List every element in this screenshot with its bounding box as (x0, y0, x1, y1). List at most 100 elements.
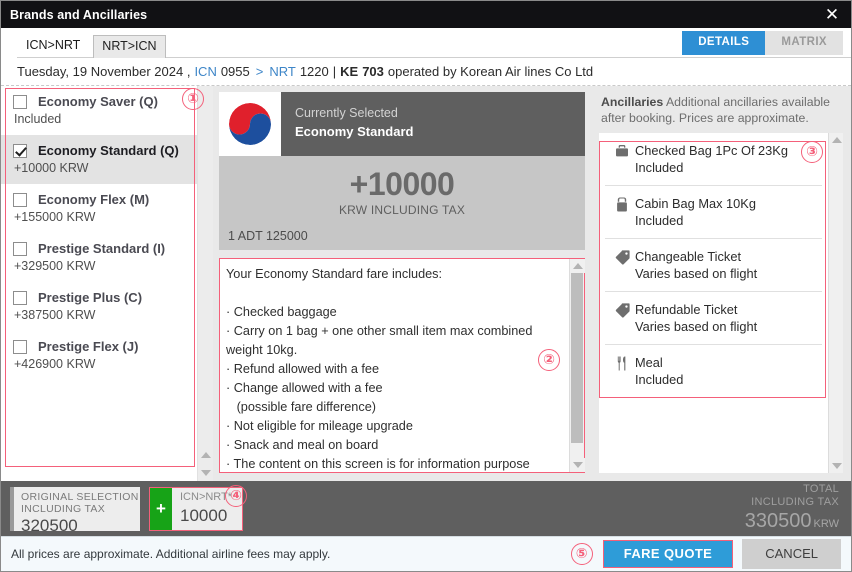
brand-name: Economy Saver (Q) (38, 94, 158, 109)
ancillaries-list-panel: Checked Bag 1Pc Of 23Kg Included Cabin B… (599, 133, 843, 473)
brand-checkbox[interactable] (13, 339, 27, 354)
chevron-up-icon (201, 452, 211, 458)
selected-brand-price-block: +10000 KRW INCLUDING TAX 1 ADT 125000 (219, 156, 585, 250)
brand-name: Prestige Flex (J) (38, 339, 139, 354)
currently-selected-label: Currently Selected (295, 106, 398, 120)
total-currency: KRW (813, 517, 839, 530)
meal-icon (609, 354, 635, 372)
brand-price: +426900 KRW (14, 357, 96, 371)
fare-scroll-thumb[interactable] (571, 273, 583, 443)
annotation-badge-1: ① (182, 88, 204, 110)
selected-brand-panel: Currently Selected Economy Standard +100… (213, 86, 593, 481)
korean-air-logo-icon (229, 103, 271, 145)
ancillaries-panel: Ancillaries Additional ancillaries avail… (593, 86, 851, 481)
tag-icon (609, 248, 635, 266)
tag-glyph (615, 303, 630, 318)
fare-includes-scrollbar[interactable] (569, 259, 585, 472)
brand-option-economy-flex[interactable]: Economy Flex (M) +155000 KRW (1, 184, 197, 233)
fare-scroll-down-button[interactable] (570, 458, 585, 472)
selected-brand-price-sub: KRW INCLUDING TAX (338, 203, 466, 217)
ancillary-text: Meal Included (635, 354, 683, 388)
checked-bag-icon (609, 142, 635, 159)
flight-arrow-icon: > (255, 64, 264, 79)
brands-ancillaries-dialog: Brands and Ancillaries ✕ ICN>NRT NRT>ICN… (0, 0, 852, 572)
cancel-button[interactable]: CANCEL (742, 539, 841, 569)
flight-destination[interactable]: NRT (269, 64, 295, 79)
scroll-down-button[interactable] (198, 465, 214, 481)
fare-scroll-up-button[interactable] (570, 259, 585, 273)
brand-option-economy-saver[interactable]: Economy Saver (Q) Included (1, 86, 197, 135)
tag-glyph (615, 250, 630, 265)
ancillaries-description: Ancillaries Additional ancillaries avail… (599, 94, 843, 133)
main-content: Economy Saver (Q) Included Economy Stand… (1, 86, 851, 481)
tab-nrt-icn[interactable]: NRT>ICN (93, 35, 166, 58)
ancillary-title: Meal (635, 355, 663, 370)
brand-checkbox[interactable] (13, 192, 27, 207)
flight-carrier-code: KE (340, 64, 359, 79)
cabin-bag-icon (609, 195, 635, 213)
chevron-down-icon (831, 463, 842, 469)
brand-list-panel: Economy Saver (Q) Included Economy Stand… (1, 86, 213, 481)
fare-includes-panel: Your Economy Standard fare includes: · C… (219, 258, 585, 473)
brand-price: +329500 KRW (14, 259, 96, 273)
flight-dep-time: 0955 (220, 64, 250, 79)
total-summary: TOTAL INCLUDING TAX 330500 KRW (745, 483, 851, 535)
chevron-down-icon (201, 470, 211, 476)
brand-option-prestige-plus[interactable]: Prestige Plus (C) +387500 KRW (1, 282, 197, 331)
ancillaries-scrollbar[interactable] (828, 133, 843, 473)
ancillary-text: Cabin Bag Max 10Kg Included (635, 195, 756, 229)
brand-name: Prestige Plus (C) (38, 290, 143, 305)
added-segment-card: + ICN>NRT* 10000 ④ (149, 484, 248, 531)
tab-icn-nrt[interactable]: ICN>NRT (17, 34, 89, 58)
ancillary-row-refundable-ticket[interactable]: Refundable Ticket Varies based on flight (605, 292, 822, 345)
ancillary-title: Changeable Ticket (635, 249, 741, 264)
tab-details[interactable]: DETAILS (682, 31, 766, 55)
ancillary-sub: Included (635, 213, 684, 228)
view-toggle: DETAILS MATRIX (682, 31, 843, 55)
brand-option-prestige-flex[interactable]: Prestige Flex (J) +426900 KRW (1, 331, 197, 380)
ancillaries-scroll-down-button[interactable] (829, 459, 844, 473)
brand-checkbox[interactable] (13, 241, 27, 256)
totals-bar: ORIGINAL SELECTION INCLUDING TAX 320500 … (1, 481, 851, 536)
korean-air-logo (219, 92, 281, 156)
brand-price: +387500 KRW (14, 308, 96, 322)
footer-buttons: ⑤ FARE QUOTE CANCEL (570, 539, 841, 569)
brand-price: Included (14, 112, 62, 126)
tag-icon (609, 301, 635, 319)
ancillary-row-checked-bag[interactable]: Checked Bag 1Pc Of 23Kg Included (605, 133, 822, 186)
brand-option-economy-standard[interactable]: Economy Standard (Q) +10000 KRW (1, 135, 197, 184)
brand-checkbox[interactable] (13, 143, 27, 158)
window-title-bar: Brands and Ancillaries ✕ (1, 1, 851, 28)
fare-quote-button[interactable]: FARE QUOTE (602, 540, 734, 568)
brand-checkbox[interactable] (13, 94, 27, 109)
total-label-2: INCLUDING TAX (751, 495, 839, 508)
ancillary-title: Cabin Bag Max 10Kg (635, 196, 756, 211)
flight-arr-time: 1220 (299, 64, 329, 79)
scroll-up-button[interactable] (198, 447, 214, 463)
flight-origin[interactable]: ICN (194, 64, 216, 79)
brand-name: Prestige Standard (I) (38, 241, 166, 256)
ancillary-row-meal[interactable]: Meal Included (605, 345, 822, 398)
ancillaries-title: Ancillaries (601, 95, 664, 109)
flight-number: 703 (362, 64, 384, 79)
selected-brand-text: Currently Selected Economy Standard (281, 92, 413, 156)
brand-option-prestige-standard[interactable]: Prestige Standard (I) +329500 KRW (1, 233, 197, 282)
total-amount: 330500 (744, 509, 812, 532)
brand-list: Economy Saver (Q) Included Economy Stand… (1, 86, 197, 481)
tab-matrix[interactable]: MATRIX (765, 31, 843, 55)
original-selection-amount: 320500 (21, 515, 78, 535)
chevron-down-icon (572, 462, 583, 468)
brand-price: +155000 KRW (14, 210, 96, 224)
cabin-bag-glyph (617, 197, 627, 212)
flight-separator: | (332, 64, 337, 79)
brand-list-scrollbar[interactable] (197, 86, 213, 481)
added-segment-amount: 10000 (180, 505, 228, 525)
ancillaries-scroll-up-button[interactable] (829, 133, 844, 147)
fare-includes-text: Your Economy Standard fare includes: · C… (220, 259, 569, 472)
brand-checkbox[interactable] (13, 290, 27, 305)
ancillary-text: Checked Bag 1Pc Of 23Kg Included (635, 142, 788, 176)
page-title: Brands and Ancillaries (10, 7, 148, 22)
close-icon[interactable]: ✕ (813, 1, 851, 28)
ancillary-row-changeable-ticket[interactable]: Changeable Ticket Varies based on flight (605, 239, 822, 292)
ancillary-row-cabin-bag[interactable]: Cabin Bag Max 10Kg Included (605, 186, 822, 239)
